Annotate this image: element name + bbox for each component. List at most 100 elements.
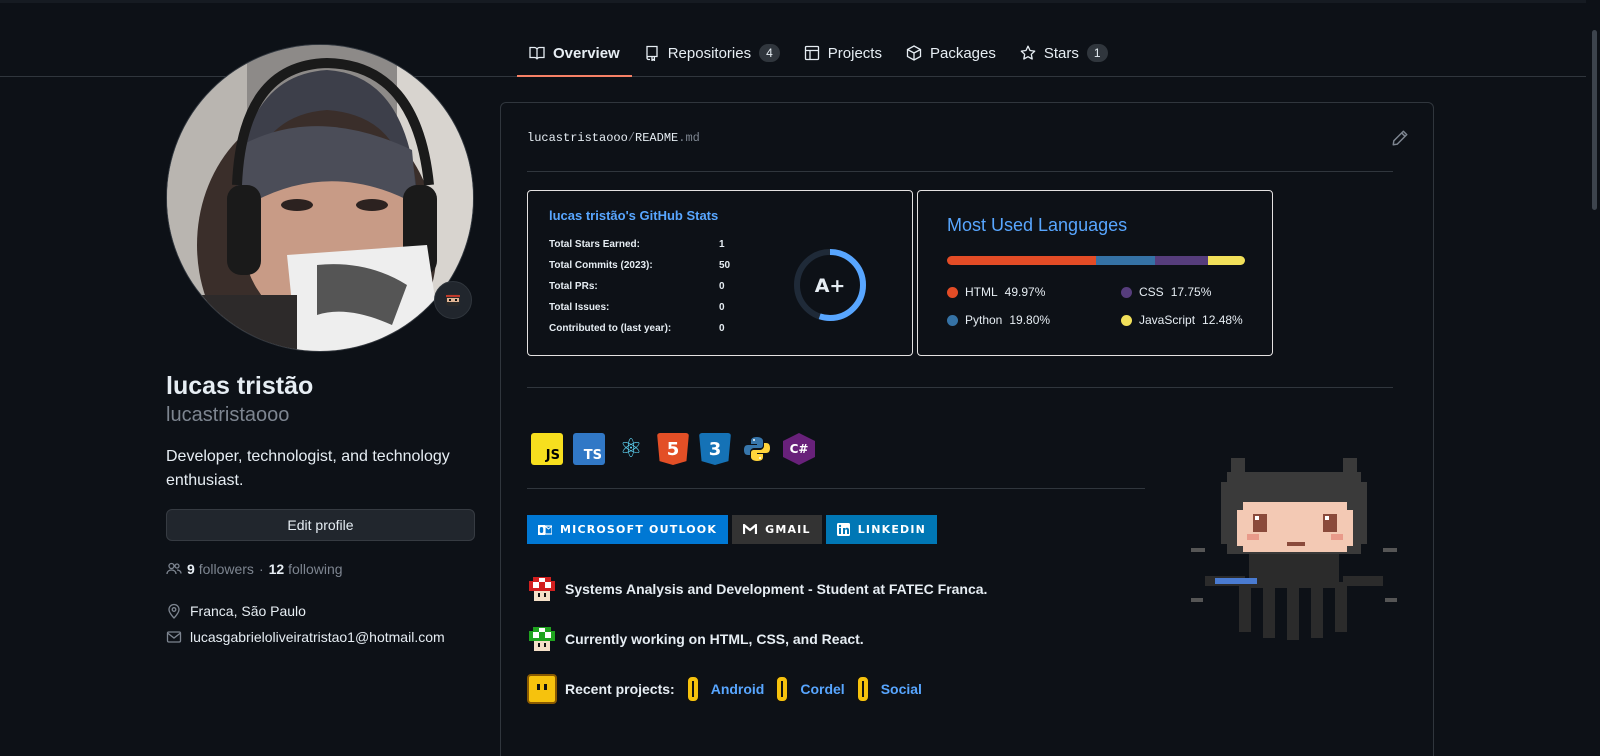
mail-icon: [166, 631, 182, 643]
project-link-cordel[interactable]: Cordel: [800, 681, 844, 697]
tab-packages[interactable]: Packages: [894, 30, 1008, 76]
readme-divider-badges: [527, 488, 1145, 489]
recent-projects-line: Recent projects: Android Cordel Social: [527, 674, 922, 704]
tab-overview[interactable]: Overview: [517, 30, 632, 77]
repo-icon: [646, 45, 658, 61]
tab-repositories-label: Repositories: [667, 44, 752, 62]
contact-badges: MICROSOFT OUTLOOK GMAIL LINKEDIN: [527, 515, 938, 544]
status-emoji-button[interactable]: [434, 281, 472, 319]
typescript-icon: TS: [573, 433, 605, 465]
profile-bio: Developer, technologist, and technology …: [166, 448, 450, 489]
languages-title: Most Used Languages: [947, 215, 1128, 235]
most-used-languages-card: Most Used Languages HTML 49.97% CSS 17.75%…: [917, 190, 1273, 356]
languages-bar: [947, 256, 1245, 265]
follow-stats: 9 followers · 12 following: [166, 561, 343, 577]
csharp-icon: C#: [783, 433, 815, 465]
language-python: Python 19.80%: [947, 313, 1050, 327]
profile-location: Franca, São Paulo: [166, 603, 306, 619]
followers-link[interactable]: 9 followers: [187, 561, 254, 577]
readme-file[interactable]: README: [635, 131, 678, 145]
package-icon: [906, 45, 922, 61]
scrollbar-thumb[interactable]: [1592, 30, 1597, 210]
stats-value-contributed: 0: [719, 323, 725, 334]
readme-path-slash: /: [627, 131, 636, 145]
gmail-badge[interactable]: GMAIL: [732, 515, 822, 544]
project-link-social[interactable]: Social: [881, 681, 922, 697]
book-icon: [529, 46, 545, 60]
language-javascript: JavaScript 12.48%: [1121, 313, 1243, 327]
stats-value-issues: 0: [719, 302, 725, 313]
working-line: Currently working on HTML, CSS, and Reac…: [527, 624, 864, 654]
python-dot: [947, 314, 958, 326]
gmail-icon: [743, 524, 758, 534]
language-bar-segment-css: [1154, 256, 1208, 265]
github-stats-card: lucas tristão's GitHub Stats Total Stars…: [527, 190, 913, 356]
study-text: Systems Analysis and Development - Stude…: [565, 581, 988, 597]
following-link[interactable]: 12 following: [269, 561, 343, 577]
tab-projects[interactable]: Projects: [792, 30, 894, 76]
python-icon: [741, 433, 773, 465]
recent-projects-label: Recent projects:: [565, 681, 675, 697]
lang-html-percent: 49.97%: [1004, 285, 1046, 299]
coin-icon: [855, 675, 870, 703]
profile-email[interactable]: lucasgabrieloliveiratristao1@hotmail.com: [166, 629, 445, 645]
ninja-emoji-icon: [446, 294, 460, 306]
readme-ext: .md: [678, 131, 700, 145]
profile-username: lucastristaooo: [166, 404, 290, 426]
avatar[interactable]: [166, 44, 474, 352]
readme-divider-top: [527, 171, 1393, 172]
tab-overview-label: Overview: [553, 44, 620, 62]
location-text: Franca, São Paulo: [190, 603, 306, 619]
stats-title: lucas tristão's GitHub Stats: [549, 208, 719, 223]
working-text: Currently working on HTML, CSS, and Reac…: [565, 631, 864, 647]
language-bar-segment-javascript: [1207, 256, 1245, 265]
outlook-icon: [538, 524, 552, 535]
project-link-android[interactable]: Android: [711, 681, 765, 697]
study-line: Systems Analysis and Development - Stude…: [527, 574, 987, 604]
linkedin-badge-label: LINKEDIN: [857, 523, 927, 536]
javascript-icon: JS: [531, 433, 563, 465]
tab-stars-label: Stars: [1043, 44, 1079, 62]
tab-projects-label: Projects: [827, 44, 882, 62]
tech-icons-row: JS TS ⚛ 5 3 C#: [531, 433, 815, 465]
green-mushroom-icon: [529, 627, 555, 651]
following-count: 12: [268, 561, 285, 577]
edit-profile-button[interactable]: Edit profile: [166, 509, 475, 541]
red-mushroom-icon: [529, 577, 555, 601]
html-dot: [947, 286, 958, 298]
lang-html-name: HTML: [965, 285, 998, 299]
stars-count: 1: [1086, 44, 1108, 62]
linkedin-icon: [836, 523, 850, 536]
location-icon: [168, 603, 180, 619]
project-table-icon: [804, 45, 819, 61]
email-text[interactable]: lucasgabrieloliveiratristao1@hotmail.com: [190, 629, 445, 645]
outlook-badge-label: MICROSOFT OUTLOOK: [560, 523, 718, 536]
javascript-dot: [1121, 314, 1132, 326]
lang-js-percent: 12.48%: [1202, 313, 1243, 327]
followers-count: 9: [187, 561, 195, 577]
star-icon: [1020, 45, 1036, 60]
repositories-count: 4: [759, 44, 780, 62]
css3-icon: 3: [699, 433, 731, 465]
tab-packages-label: Packages: [929, 44, 996, 62]
readme-divider-mid: [527, 387, 1393, 388]
tab-stars[interactable]: Stars 1: [1008, 30, 1120, 76]
profile-tabs: Overview Repositories 4 Projects Package…: [517, 30, 1120, 77]
language-bar-segment-python: [1095, 256, 1155, 265]
linkedin-badge[interactable]: LINKEDIN: [825, 515, 938, 544]
page-scrollbar[interactable]: [1586, 0, 1600, 756]
outlook-badge[interactable]: MICROSOFT OUTLOOK: [527, 515, 729, 544]
lang-python-percent: 19.80%: [1009, 313, 1051, 327]
profile-readme-card: lucastristaooo/README.md lucas tristão's…: [500, 102, 1434, 756]
lang-python-name: Python: [965, 313, 1003, 327]
grade-text: A+: [815, 275, 846, 297]
pencil-icon[interactable]: [1391, 129, 1409, 147]
profile-full-name: lucas tristão: [166, 372, 314, 400]
following-label: following: [288, 561, 343, 577]
lang-css-name: CSS: [1139, 285, 1164, 299]
follow-separator: ·: [258, 561, 264, 577]
tab-repositories[interactable]: Repositories 4: [632, 30, 792, 76]
question-block-icon: [527, 674, 557, 704]
stats-value-commits: 50: [719, 260, 731, 271]
readme-owner[interactable]: lucastristaooo: [527, 131, 628, 145]
